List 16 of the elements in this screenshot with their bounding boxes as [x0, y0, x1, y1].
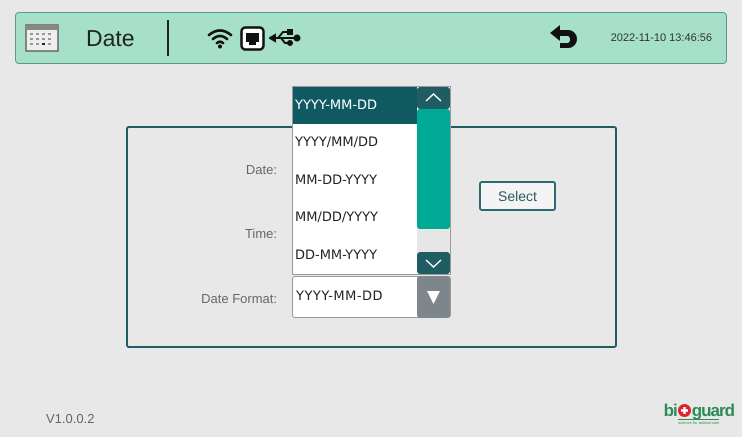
select-button[interactable]: Select [479, 181, 556, 211]
date-label: Date: [246, 161, 277, 179]
wifi-icon [206, 27, 233, 49]
scroll-up-icon[interactable] [417, 87, 450, 109]
date-format-combobox[interactable]: YYYY-MM-DD [292, 276, 451, 318]
scrollbar-thumb[interactable] [417, 109, 450, 229]
scroll-down-icon[interactable] [417, 252, 450, 274]
time-label: Time: [244, 225, 277, 243]
version-text: V1.0.0.2 [46, 410, 94, 428]
calendar-icon [25, 24, 59, 52]
page-title: Date [86, 24, 135, 53]
dropdown-option[interactable]: YYYY-MM-DD [293, 87, 417, 124]
date-format-label: Date Format: [201, 290, 277, 308]
date-time-text: 2022-11-10 13:46:56 [610, 30, 712, 46]
usb-icon [268, 29, 301, 47]
ethernet-icon [240, 26, 265, 50]
